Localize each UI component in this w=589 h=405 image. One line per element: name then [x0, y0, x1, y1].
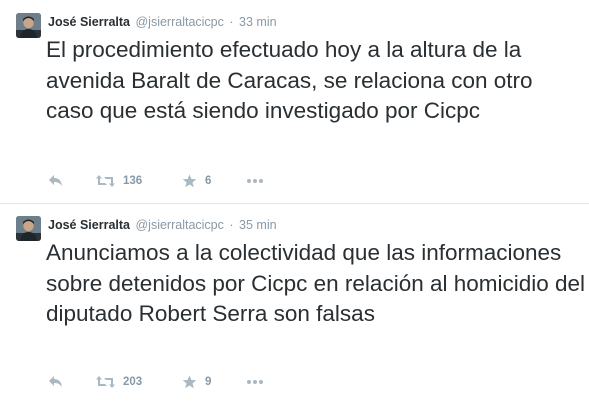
- avatar[interactable]: [16, 13, 41, 38]
- author-username[interactable]: @jsierraltacicpc: [135, 218, 223, 232]
- reply-button[interactable]: [48, 173, 64, 189]
- tweet-text: Anunciamos a la colectividad que las inf…: [46, 240, 586, 326]
- more-icon: [246, 178, 264, 184]
- retweet-button[interactable]: 203: [96, 374, 142, 390]
- favorite-icon: [182, 375, 197, 389]
- favorite-button[interactable]: 9: [182, 374, 211, 390]
- reply-icon: [48, 375, 64, 389]
- avatar[interactable]: [16, 216, 41, 241]
- tweet[interactable]: José Sierralta @jsierraltacicpc · 35 min…: [0, 203, 589, 405]
- retweet-count: 136: [123, 175, 143, 187]
- tweet-timeline: José Sierralta @jsierraltacicpc · 33 min…: [0, 0, 589, 405]
- more-options-button[interactable]: [246, 173, 264, 189]
- favorite-count: 6: [205, 175, 212, 187]
- tweet-text: El procedimiento efectuado hoy a la altu…: [46, 37, 533, 123]
- reply-button[interactable]: [48, 374, 64, 390]
- more-options-button[interactable]: [246, 374, 264, 390]
- favorite-count: 9: [205, 376, 212, 388]
- retweet-icon: [96, 375, 115, 389]
- retweet-icon: [96, 174, 115, 188]
- header-separator: ·: [229, 218, 234, 232]
- favorite-icon: [182, 174, 197, 188]
- reply-icon: [48, 174, 64, 188]
- author-username[interactable]: @jsierraltacicpc: [135, 15, 223, 29]
- more-icon: [246, 379, 264, 385]
- tweet-timestamp[interactable]: 35 min: [239, 218, 277, 232]
- author-fullname[interactable]: José Sierralta: [48, 15, 130, 29]
- retweet-count: 203: [123, 376, 143, 388]
- tweet-actions: 203 9: [48, 374, 348, 390]
- tweet[interactable]: José Sierralta @jsierraltacicpc · 33 min…: [0, 0, 589, 203]
- tweet-header: José Sierralta @jsierraltacicpc · 35 min: [48, 216, 277, 234]
- tweet-header: José Sierralta @jsierraltacicpc · 33 min: [48, 13, 277, 31]
- header-separator: ·: [229, 15, 234, 29]
- retweet-button[interactable]: 136: [96, 173, 142, 189]
- tweet-actions: 136 6: [48, 173, 348, 189]
- tweet-timestamp[interactable]: 33 min: [239, 15, 277, 29]
- favorite-button[interactable]: 6: [182, 173, 211, 189]
- author-fullname[interactable]: José Sierralta: [48, 218, 130, 232]
